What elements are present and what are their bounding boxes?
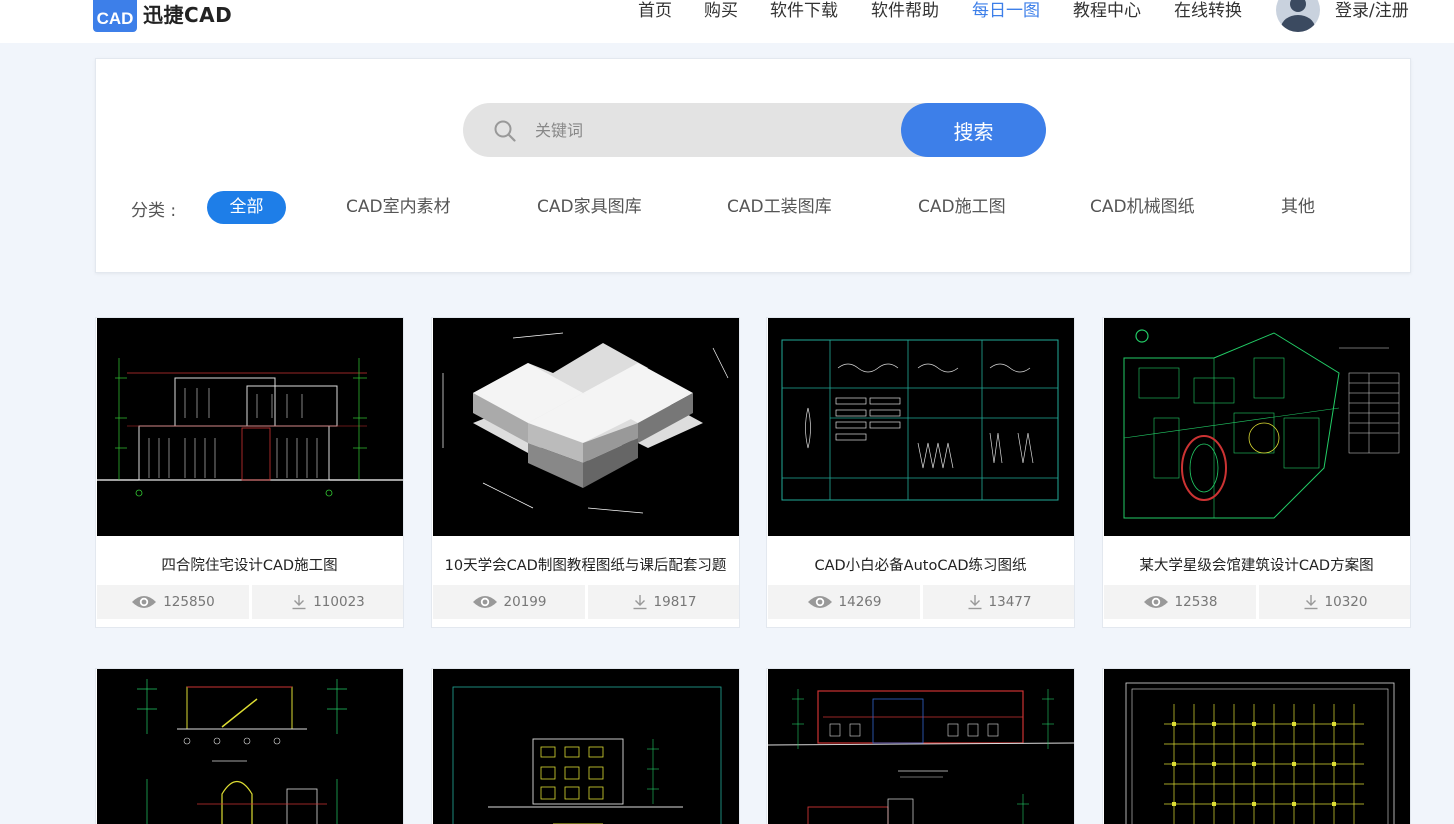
drawing-title[interactable]: CAD小白必备AutoCAD练习图纸	[767, 554, 1074, 575]
view-count-value: 20199	[503, 594, 547, 610]
search-button[interactable]: 搜索	[901, 103, 1046, 157]
download-count: 13477	[923, 585, 1074, 619]
drawing-title[interactable]: 10天学会CAD制图教程图纸与课后配套习题	[432, 554, 739, 575]
top-header: CAD 迅捷CAD 首页 购买 软件下载 软件帮助 每日一图 教程中心 在线转换…	[0, 0, 1454, 43]
drawing-title[interactable]: 四合院住宅设计CAD施工图	[96, 554, 403, 575]
drawing-thumbnail[interactable]	[97, 669, 403, 824]
download-icon	[633, 595, 647, 610]
category-label: 分类 :	[131, 201, 177, 221]
view-count: 20199	[433, 585, 585, 619]
drawing-card[interactable]	[766, 668, 1075, 824]
logo-mark: CAD	[93, 0, 137, 32]
drawing-title[interactable]: 某大学星级会馆建筑设计CAD方案图	[1103, 554, 1410, 575]
download-icon	[1304, 595, 1318, 610]
eye-icon	[1143, 596, 1168, 608]
download-count: 10320	[1259, 585, 1410, 619]
drawing-thumbnail[interactable]	[768, 669, 1074, 824]
nav-download[interactable]: 软件下载	[770, 0, 838, 22]
download-icon	[968, 595, 982, 610]
drawing-thumbnail[interactable]	[433, 669, 739, 824]
download-count-value: 19817	[653, 594, 697, 610]
logo-text: 迅捷CAD	[143, 2, 233, 27]
drawing-thumbnail[interactable]	[1104, 318, 1410, 536]
drawing-thumbnail[interactable]	[768, 318, 1074, 536]
view-count-value: 12538	[1174, 594, 1218, 610]
category-mechanical[interactable]: CAD机械图纸	[1090, 191, 1195, 224]
drawing-card[interactable]: 10天学会CAD制图教程图纸与课后配套习题 20199 19817	[431, 317, 740, 628]
category-furniture[interactable]: CAD家具图库	[537, 191, 642, 224]
view-count-value: 125850	[163, 594, 215, 610]
search-input[interactable]	[535, 114, 895, 146]
view-count-value: 14269	[838, 594, 882, 610]
download-count-value: 13477	[988, 594, 1032, 610]
drawing-stats: 14269 13477	[768, 585, 1074, 619]
login-register-link[interactable]: 登录/注册	[1335, 0, 1409, 22]
drawing-card[interactable]	[95, 668, 404, 824]
download-icon	[292, 595, 306, 610]
drawing-thumbnail[interactable]	[1104, 669, 1410, 824]
user-avatar-icon[interactable]	[1276, 0, 1320, 32]
eye-icon	[472, 596, 497, 608]
drawing-card[interactable]: 某大学星级会馆建筑设计CAD方案图 12538 10320	[1102, 317, 1411, 628]
drawing-thumbnail[interactable]	[97, 318, 403, 536]
site-logo[interactable]: CAD 迅捷CAD	[93, 0, 232, 32]
nav-home[interactable]: 首页	[638, 0, 672, 22]
download-count-value: 110023	[313, 594, 365, 610]
nav-buy[interactable]: 购买	[704, 0, 738, 22]
category-other[interactable]: 其他	[1281, 191, 1315, 224]
nav-help[interactable]: 软件帮助	[871, 0, 939, 22]
category-construction[interactable]: CAD施工图	[918, 191, 1006, 224]
drawing-card[interactable]: 四合院住宅设计CAD施工图 125850 110023	[95, 317, 404, 628]
eye-icon	[132, 596, 157, 608]
download-count-value: 10320	[1324, 594, 1368, 610]
search-panel: 搜索 分类 : 全部 CAD室内素材 CAD家具图库 CAD工装图库 CAD施工…	[95, 58, 1411, 273]
search-icon	[494, 120, 516, 142]
drawing-card[interactable]	[1102, 668, 1411, 824]
category-all[interactable]: 全部	[207, 191, 286, 224]
view-count: 125850	[97, 585, 249, 619]
nav-tutorials[interactable]: 教程中心	[1073, 0, 1141, 22]
nav-daily-drawing[interactable]: 每日一图	[972, 0, 1040, 22]
nav-online-convert[interactable]: 在线转换	[1174, 0, 1242, 22]
drawing-card[interactable]	[431, 668, 740, 824]
download-count: 110023	[252, 585, 403, 619]
eye-icon	[807, 596, 832, 608]
drawing-thumbnail[interactable]	[433, 318, 739, 536]
drawing-stats: 20199 19817	[433, 585, 739, 619]
category-interior[interactable]: CAD室内素材	[346, 191, 451, 224]
drawing-stats: 12538 10320	[1104, 585, 1410, 619]
drawing-card[interactable]: CAD小白必备AutoCAD练习图纸 14269 13477	[766, 317, 1075, 628]
view-count: 12538	[1104, 585, 1256, 619]
category-commercial[interactable]: CAD工装图库	[727, 191, 832, 224]
view-count: 14269	[768, 585, 920, 619]
drawing-stats: 125850 110023	[97, 585, 403, 619]
download-count: 19817	[588, 585, 739, 619]
